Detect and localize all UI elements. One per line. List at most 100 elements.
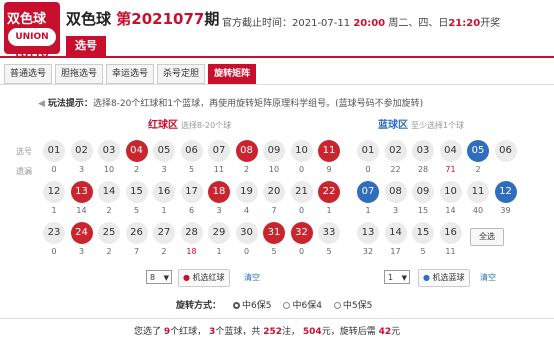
red-ball-02[interactable]: 02 [70, 140, 93, 162]
tab-lucky[interactable]: 幸运选号 [106, 64, 155, 84]
red-ball-28[interactable]: 28 [180, 222, 203, 244]
red-ball-17[interactable]: 17 [180, 181, 203, 203]
red-ball-24[interactable]: 24 [70, 222, 93, 244]
red-miss-07: 11 [213, 165, 225, 174]
red-ball-07[interactable]: 07 [208, 140, 230, 162]
red-ball-26[interactable]: 26 [125, 222, 148, 244]
red-ball-03[interactable]: 03 [98, 140, 120, 162]
blue-dot-icon: ● [423, 273, 430, 282]
rotation-option-555[interactable]: 中5保5 [333, 298, 372, 311]
red-miss-15: 5 [133, 206, 140, 215]
blue-ball-14[interactable]: 14 [384, 222, 407, 244]
red-ball-33[interactable]: 33 [318, 222, 340, 244]
blue-ball-12[interactable]: 12 [494, 181, 517, 203]
blue-count-select[interactable]: 1 ▼ [384, 270, 410, 284]
blue-miss-10: 14 [445, 206, 456, 215]
red-ball-19[interactable]: 19 [235, 181, 258, 203]
red-miss-17: 6 [188, 206, 195, 215]
issue-suffix: 期 [204, 10, 220, 28]
issue: 第2021077 [116, 10, 204, 28]
red-area-subtitle: 选择8-20个球 [181, 121, 232, 130]
rotation-option-655[interactable]: 中6保5 [233, 298, 271, 311]
radio-icon [333, 302, 341, 309]
logo-subtext: UNION LOTTO [8, 28, 56, 60]
blue-ball-02[interactable]: 02 [384, 140, 407, 162]
red-ball-18[interactable]: 18 [208, 181, 230, 203]
rotation-label: 旋转方式： [176, 301, 222, 311]
red-miss-21: 0 [298, 206, 305, 215]
tab-select-number[interactable]: 选号 [66, 36, 106, 56]
red-ball-31[interactable]: 31 [263, 222, 285, 244]
red-ball-06[interactable]: 06 [180, 140, 203, 162]
select-all-blue-button[interactable]: 全选 [470, 228, 504, 246]
red-ball-22[interactable]: 22 [318, 181, 340, 203]
blue-miss-14: 17 [390, 247, 401, 256]
blue-ball-04[interactable]: 04 [439, 140, 462, 162]
blue-miss-01: 0 [365, 165, 371, 174]
tab-rotation-matrix[interactable]: 旋转矩阵 [208, 64, 257, 84]
machine-red-label: 机选红球 [192, 273, 225, 282]
clear-red-link[interactable]: 清空 [244, 272, 260, 283]
red-ball-16[interactable]: 16 [153, 181, 175, 203]
red-miss-22: 1 [326, 206, 332, 215]
red-ball-09[interactable]: 09 [263, 140, 285, 162]
red-ball-01[interactable]: 01 [43, 140, 65, 162]
draw-days: 周二、四、日 [388, 18, 449, 29]
blue-ball-06[interactable]: 06 [494, 140, 517, 162]
blue-ball-10[interactable]: 10 [439, 181, 462, 203]
blue-miss-12: 39 [500, 206, 511, 215]
red-ball-05[interactable]: 05 [153, 140, 175, 162]
blue-ball-08[interactable]: 08 [384, 181, 407, 203]
red-ball-15[interactable]: 15 [125, 181, 148, 203]
summary-text: 个蓝球，共 [215, 327, 261, 337]
tab-dantuo[interactable]: 胆拖选号 [55, 64, 104, 84]
red-ball-21[interactable]: 21 [290, 181, 313, 203]
red-miss-29: 1 [216, 247, 222, 256]
red-ball-23[interactable]: 23 [43, 222, 65, 244]
blue-ball-11[interactable]: 11 [467, 181, 489, 203]
blue-ball-01[interactable]: 01 [357, 140, 379, 162]
red-ball-27[interactable]: 27 [153, 222, 175, 244]
red-ball-29[interactable]: 29 [208, 222, 230, 244]
red-count-select[interactable]: 8 ▼ [146, 270, 172, 284]
speaker-icon: ◀ [38, 99, 45, 109]
blue-ball-15[interactable]: 15 [412, 222, 434, 244]
red-ball-20[interactable]: 20 [263, 181, 285, 203]
red-ball-11[interactable]: 11 [318, 140, 340, 162]
machine-blue-button[interactable]: ● 机选蓝球 [418, 269, 470, 287]
tab-normal[interactable]: 普通选号 [4, 64, 53, 84]
red-ball-10[interactable]: 10 [290, 140, 313, 162]
red-ball-13[interactable]: 13 [70, 181, 93, 203]
radio-icon [233, 302, 241, 309]
red-miss-18: 3 [216, 206, 222, 215]
deadline-time: 20:00 [353, 18, 386, 29]
blue-ball-03[interactable]: 03 [412, 140, 434, 162]
blue-ball-07[interactable]: 07 [357, 181, 379, 203]
red-miss-12: 1 [51, 206, 57, 215]
blue-miss-08: 3 [392, 206, 399, 215]
summary-text: 注， [282, 327, 301, 337]
red-ball-14[interactable]: 14 [98, 181, 120, 203]
total-amount: 504 [302, 327, 322, 337]
red-area-header: 红球区 选择8-20个球 [148, 116, 231, 131]
red-ball-12[interactable]: 12 [43, 181, 65, 203]
rotation-option-label: 中6保4 [292, 301, 322, 311]
clear-blue-link[interactable]: 清空 [480, 272, 496, 283]
red-ball-08[interactable]: 08 [235, 140, 258, 162]
blue-miss-16: 11 [445, 247, 456, 256]
tab-kill[interactable]: 杀号定胆 [157, 64, 206, 84]
blue-ball-13[interactable]: 13 [357, 222, 379, 244]
rotation-option-654[interactable]: 中6保4 [283, 298, 322, 311]
blue-ball-16[interactable]: 16 [439, 222, 462, 244]
red-ball-32[interactable]: 32 [290, 222, 313, 244]
blue-ball-05[interactable]: 05 [467, 140, 489, 162]
red-ball-30[interactable]: 30 [235, 222, 258, 244]
blue-ball-09[interactable]: 09 [412, 181, 434, 203]
machine-blue-label: 机选蓝球 [432, 273, 465, 282]
red-miss-13: 14 [76, 206, 87, 215]
machine-red-button[interactable]: ● 机选红球 [178, 269, 230, 287]
red-ball-25[interactable]: 25 [98, 222, 120, 244]
red-ball-04[interactable]: 04 [125, 140, 148, 162]
summary-divider [0, 318, 554, 319]
red-miss-11: 9 [326, 165, 332, 174]
